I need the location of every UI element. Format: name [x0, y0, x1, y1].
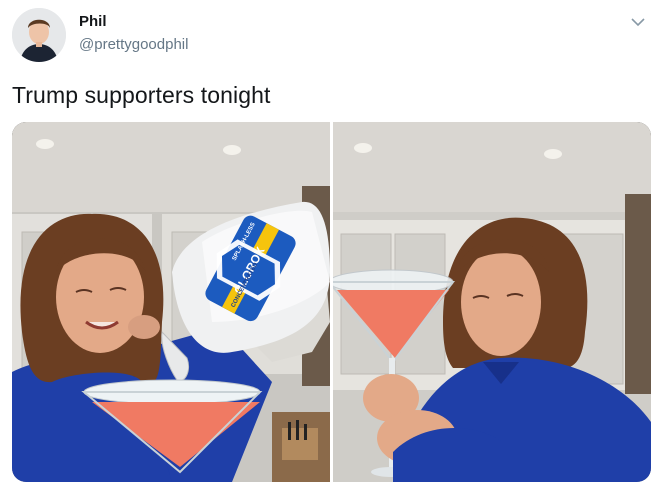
author-handle[interactable]: @prettygoodphil: [79, 36, 188, 53]
media-image-left[interactable]: CLOROX CONCENTRATED SPLASH-LESS: [12, 122, 330, 482]
chevron-down-icon[interactable]: [630, 14, 646, 30]
media-image-right[interactable]: [333, 122, 651, 482]
author-name[interactable]: Phil: [79, 13, 107, 30]
tweet-text: Trump supporters tonight: [12, 82, 271, 108]
avatar[interactable]: [12, 8, 66, 62]
tweet-header: Phil @prettygoodphil: [12, 8, 652, 64]
tweet-media[interactable]: CLOROX CONCENTRATED SPLASH-LESS: [12, 122, 651, 482]
